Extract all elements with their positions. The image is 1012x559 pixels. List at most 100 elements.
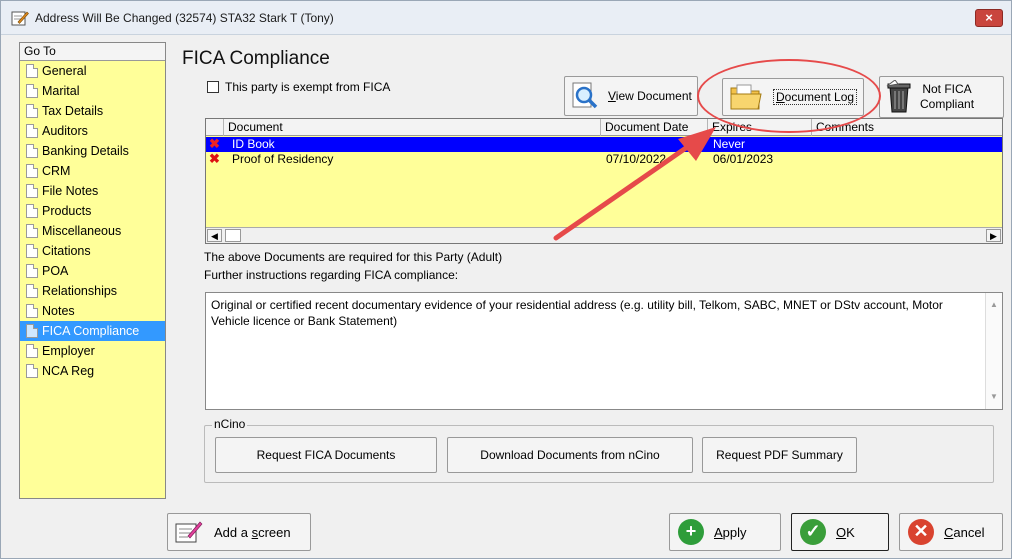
request-fica-documents-button[interactable]: Request FICA Documents — [215, 437, 437, 473]
goto-item-products[interactable]: Products — [20, 201, 165, 221]
ok-button[interactable]: ✓ OK — [791, 513, 889, 551]
goto-item-label: Marital — [42, 84, 80, 98]
apply-button[interactable]: + Apply — [669, 513, 781, 551]
document-icon — [26, 164, 38, 178]
goto-item-fica-compliance[interactable]: FICA Compliance — [20, 321, 165, 341]
cell-expires: Never — [713, 137, 746, 151]
goto-item-label: Citations — [42, 244, 91, 258]
not-fica-compliant-label: Not FICA Compliant — [920, 82, 975, 111]
goto-item-label: Auditors — [42, 124, 88, 138]
close-x-icon: ✕ — [908, 519, 934, 545]
goto-item-auditors[interactable]: Auditors — [20, 121, 165, 141]
goto-item-label: Miscellaneous — [42, 224, 122, 238]
goto-item-nca-reg[interactable]: NCA Reg — [20, 361, 165, 381]
ok-label: OK — [836, 524, 855, 540]
exempt-checkbox-row[interactable]: This party is exempt from FICA — [207, 80, 390, 94]
missing-x-icon: ✖ — [209, 136, 220, 151]
required-documents-note: The above Documents are required for thi… — [204, 250, 503, 264]
instructions-text: Original or certified recent documentary… — [211, 298, 943, 328]
ncino-group: nCino Request FICA Documents Download Do… — [204, 417, 994, 483]
document-icon — [26, 244, 38, 258]
document-icon — [26, 224, 38, 238]
document-icon — [26, 64, 38, 78]
missing-x-icon: ✖ — [209, 151, 220, 166]
document-icon — [26, 84, 38, 98]
scroll-thumb[interactable] — [225, 229, 241, 242]
goto-item-label: General — [42, 64, 87, 78]
horizontal-scrollbar[interactable]: ◀ ▶ — [206, 227, 1002, 243]
document-icon — [26, 264, 38, 278]
goto-panel: Go To General Marital Tax Details Audito… — [19, 42, 166, 499]
vertical-scrollbar[interactable]: ▲ ▼ — [985, 293, 1002, 409]
goto-item-general[interactable]: General — [20, 61, 165, 81]
document-icon — [26, 104, 38, 118]
apply-label: Apply — [714, 524, 747, 540]
add-screen-label: Add a screen — [214, 524, 291, 540]
exempt-checkbox[interactable] — [207, 81, 219, 93]
plus-icon: + — [678, 519, 704, 545]
goto-header: Go To — [20, 43, 165, 61]
document-icon — [26, 344, 38, 358]
goto-item-label: CRM — [42, 164, 71, 178]
document-icon — [26, 284, 38, 298]
add-screen-icon — [175, 521, 203, 543]
edit-form-icon — [11, 11, 29, 26]
scroll-left-icon[interactable]: ◀ — [207, 229, 222, 242]
document-icon — [26, 124, 38, 138]
goto-item-citations[interactable]: Citations — [20, 241, 165, 261]
checkmark-icon: ✓ — [800, 519, 826, 545]
goto-item-tax-details[interactable]: Tax Details — [20, 101, 165, 121]
document-icon — [26, 364, 38, 378]
download-documents-button[interactable]: Download Documents from nCino — [447, 437, 693, 473]
column-header-document-date[interactable]: Document Date — [601, 119, 708, 136]
document-icon — [26, 144, 38, 158]
document-icon — [26, 304, 38, 318]
main-window: Address Will Be Changed (32574) STA32 St… — [0, 0, 1012, 559]
not-fica-compliant-button[interactable]: Not FICA Compliant — [879, 76, 1004, 118]
goto-item-employer[interactable]: Employer — [20, 341, 165, 361]
scroll-up-icon[interactable]: ▲ — [990, 297, 998, 313]
view-document-button[interactable]: View Document — [564, 76, 698, 116]
goto-item-miscellaneous[interactable]: Miscellaneous — [20, 221, 165, 241]
window-title: Address Will Be Changed (32574) STA32 St… — [35, 11, 334, 25]
close-button[interactable]: × — [975, 9, 1003, 27]
annotation-highlight-ellipse — [697, 59, 881, 133]
column-header-status — [206, 119, 224, 136]
goto-item-relationships[interactable]: Relationships — [20, 281, 165, 301]
cancel-label: Cancel — [944, 524, 985, 540]
cell-document-date: 07/10/2022 — [606, 152, 667, 166]
table-row[interactable]: ✖ Proof of Residency 07/10/2022 06/01/20… — [206, 152, 1002, 167]
view-document-label: View Document — [608, 89, 692, 103]
goto-item-crm[interactable]: CRM — [20, 161, 165, 181]
goto-item-notes[interactable]: Notes — [20, 301, 165, 321]
cell-document-date — [602, 137, 606, 152]
goto-item-label: Tax Details — [42, 104, 104, 118]
instructions-textarea[interactable]: Original or certified recent documentary… — [205, 292, 1003, 410]
document-icon — [26, 204, 38, 218]
request-pdf-summary-button[interactable]: Request PDF Summary — [702, 437, 857, 473]
magnifier-document-icon — [572, 82, 598, 109]
goto-item-label: File Notes — [42, 184, 99, 198]
table-row[interactable]: ✖ ID Book Never — [206, 137, 1002, 152]
goto-item-label: Relationships — [42, 284, 118, 298]
goto-list: General Marital Tax Details Auditors Ban… — [20, 61, 165, 381]
goto-item-label: POA — [42, 264, 69, 278]
goto-item-label: Notes — [42, 304, 75, 318]
goto-item-marital[interactable]: Marital — [20, 81, 165, 101]
goto-item-poa[interactable]: POA — [20, 261, 165, 281]
documents-table[interactable]: Document Document Date Expires Comments … — [205, 118, 1003, 244]
page-title: FICA Compliance — [182, 48, 330, 69]
goto-item-label: FICA Compliance — [42, 324, 140, 338]
title-bar: Address Will Be Changed (32574) STA32 St… — [1, 1, 1011, 35]
column-header-document[interactable]: Document — [224, 119, 601, 136]
scroll-down-icon[interactable]: ▼ — [990, 389, 998, 405]
goto-item-file-notes[interactable]: File Notes — [20, 181, 165, 201]
add-screen-button[interactable]: Add a screen — [167, 513, 311, 551]
document-icon — [26, 184, 38, 198]
goto-item-label: Products — [42, 204, 92, 218]
cancel-button[interactable]: ✕ Cancel — [899, 513, 1003, 551]
goto-item-banking-details[interactable]: Banking Details — [20, 141, 165, 161]
scroll-right-icon[interactable]: ▶ — [986, 229, 1001, 242]
checked-document-icon — [26, 324, 38, 338]
goto-item-label: NCA Reg — [42, 364, 95, 378]
